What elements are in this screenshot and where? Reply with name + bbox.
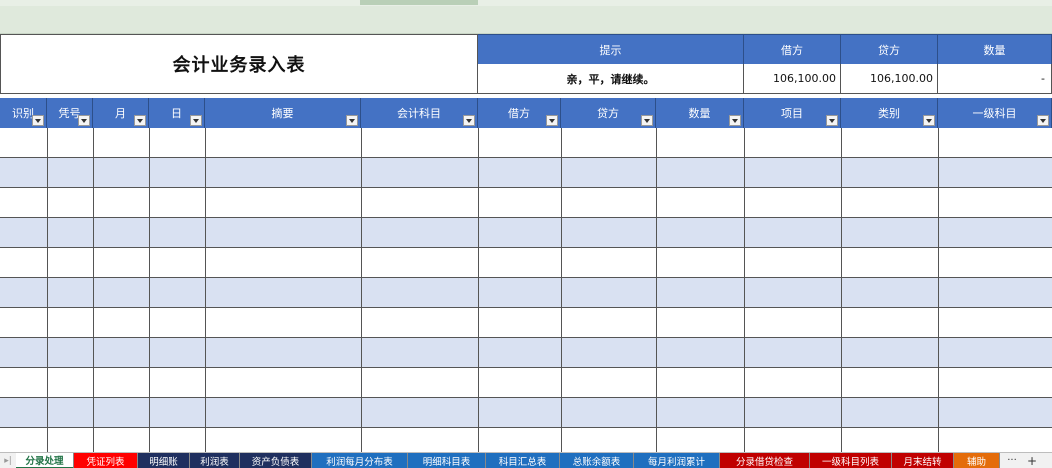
column-header-label: 摘要	[271, 107, 294, 120]
table-row[interactable]	[0, 128, 1052, 158]
column-header-label: 贷方	[597, 107, 619, 120]
summary-debit-value[interactable]: 106,100.00	[744, 64, 841, 94]
tab-scroll-left-icon[interactable]: ▸|	[0, 453, 16, 468]
filter-dropdown-icon[interactable]	[546, 115, 558, 126]
column-divider	[93, 128, 94, 452]
table-row[interactable]	[0, 158, 1052, 188]
column-header-quantity[interactable]: 数量	[656, 98, 744, 128]
summary-header-credit[interactable]: 贷方	[841, 34, 938, 64]
table-row[interactable]	[0, 248, 1052, 278]
more-tabs-icon[interactable]: ···	[1000, 453, 1024, 468]
filter-dropdown-icon[interactable]	[641, 115, 653, 126]
column-divider	[561, 128, 562, 452]
title-cell[interactable]: 会计业务录入表	[0, 34, 478, 94]
column-divider	[149, 128, 150, 452]
column-header-label: 日	[171, 107, 182, 120]
sheet-tab[interactable]: 辅助	[954, 453, 1000, 468]
spreadsheet[interactable]: 会计业务录入表 提示 借方 贷方 数量 亲，平，请继续。 106,100.00 …	[0, 34, 1052, 458]
column-header-summary[interactable]: 摘要	[205, 98, 361, 128]
sheet-tab[interactable]: 利润表	[190, 453, 240, 468]
table-row[interactable]	[0, 278, 1052, 308]
table-row[interactable]	[0, 338, 1052, 368]
column-divider	[361, 128, 362, 452]
sheet-tab[interactable]: 总账余额表	[560, 453, 634, 468]
sheet-tabs: 分录处理 凭证列表 明细账 利润表 资产负债表 利润每月分布表 明细科目表 科目汇总表 总账余额…	[16, 453, 1000, 468]
summary-header-debit[interactable]: 借方	[744, 34, 841, 64]
column-header-label: 项目	[781, 107, 803, 120]
column-header-label: 月	[115, 107, 126, 120]
column-header-debit[interactable]: 借方	[478, 98, 561, 128]
summary-credit-value[interactable]: 106,100.00	[841, 64, 938, 94]
table-row[interactable]	[0, 188, 1052, 218]
column-header-label: 数量	[688, 107, 711, 120]
column-divider	[47, 128, 48, 452]
column-divider	[744, 128, 745, 452]
sheet-tab[interactable]: 凭证列表	[74, 453, 138, 468]
column-divider	[205, 128, 206, 452]
column-header-voucher[interactable]: 凭号	[47, 98, 93, 128]
table-row[interactable]	[0, 308, 1052, 338]
filter-dropdown-icon[interactable]	[346, 115, 358, 126]
sheet-tab[interactable]: 资产负债表	[240, 453, 312, 468]
column-header-label: 借方	[508, 107, 530, 120]
sheet-tab[interactable]: 利润每月分布表	[312, 453, 408, 468]
ribbon-stripe	[0, 0, 1052, 6]
table-row[interactable]	[0, 368, 1052, 398]
column-divider	[478, 128, 479, 452]
column-header-id[interactable]: 识别	[0, 98, 47, 128]
filter-dropdown-icon[interactable]	[923, 115, 935, 126]
column-divider	[938, 128, 939, 452]
summary-header-quantity[interactable]: 数量	[938, 34, 1052, 64]
sheet-tab[interactable]: 科目汇总表	[486, 453, 560, 468]
sheet-tab[interactable]: 明细科目表	[408, 453, 486, 468]
summary-quantity-value[interactable]: -	[938, 64, 1052, 94]
ribbon-selection	[360, 0, 478, 5]
column-header-month[interactable]: 月	[93, 98, 149, 128]
table-row[interactable]	[0, 398, 1052, 428]
add-sheet-icon[interactable]: +	[1024, 453, 1040, 468]
filter-dropdown-icon[interactable]	[826, 115, 838, 126]
column-header-category[interactable]: 类别	[841, 98, 938, 128]
summary-header-hint[interactable]: 提示	[478, 34, 744, 64]
column-header-credit[interactable]: 贷方	[561, 98, 656, 128]
sheet-tab[interactable]: 一级科目列表	[810, 453, 892, 468]
filter-dropdown-icon[interactable]	[1037, 115, 1049, 126]
column-divider	[841, 128, 842, 452]
ribbon-area	[0, 0, 1052, 34]
column-header-primary-account[interactable]: 一级科目	[938, 98, 1052, 128]
column-header-label: 会计科目	[397, 107, 441, 120]
column-header-label: 类别	[878, 107, 900, 120]
sheet-tab[interactable]: 每月利润累计	[634, 453, 720, 468]
column-header-label: 识别	[12, 107, 34, 120]
page-title: 会计业务录入表	[172, 55, 306, 76]
table-row[interactable]	[0, 218, 1052, 248]
filter-dropdown-icon[interactable]	[190, 115, 202, 126]
filter-dropdown-icon[interactable]	[78, 115, 90, 126]
sheet-tab[interactable]: 明细账	[138, 453, 190, 468]
summary-hint-value[interactable]: 亲，平，请继续。	[478, 64, 744, 94]
sheet-tab[interactable]: 月末结转	[892, 453, 954, 468]
sheet-tab[interactable]: 分录借贷检查	[720, 453, 810, 468]
column-header-project[interactable]: 项目	[744, 98, 841, 128]
sheet-tab-bar: ▸| 分录处理 凭证列表 明细账 利润表 资产负债表 利润每月分布表 明细科目表 科目汇总表总…	[0, 452, 1052, 468]
sheet-tab[interactable]: 分录处理	[16, 453, 74, 468]
column-header-day[interactable]: 日	[149, 98, 205, 128]
filter-dropdown-icon[interactable]	[729, 115, 741, 126]
column-header-label: 一级科目	[972, 107, 1017, 120]
filter-dropdown-icon[interactable]	[32, 115, 44, 126]
column-divider	[656, 128, 657, 452]
filter-dropdown-icon[interactable]	[134, 115, 146, 126]
column-header-account[interactable]: 会计科目	[361, 98, 478, 128]
filter-dropdown-icon[interactable]	[463, 115, 475, 126]
